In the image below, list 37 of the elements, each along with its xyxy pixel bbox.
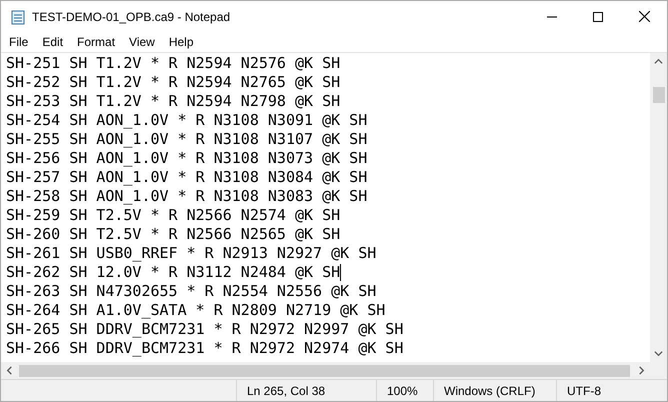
scrollbar-thumb[interactable] (19, 364, 630, 376)
text-line: SH-261 SH USB0_RREF * R N2913 N2927 @K SH (6, 244, 376, 263)
status-section: Windows (CRLF) (433, 380, 556, 401)
text-line: SH-258 SH AON_1.0V * R N3108 N3083 @K SH (6, 187, 368, 206)
text-line: SH-265 SH DDRV_BCM7231 * R N2972 N2997 @K SH (6, 320, 404, 339)
menu-item[interactable]: File (2, 32, 36, 52)
scroll-down-icon[interactable] (654, 349, 663, 358)
menu-item[interactable]: Format (70, 32, 122, 52)
text-line: SH-256 SH AON_1.0V * R N3108 N3073 @K SH (6, 149, 368, 168)
status-section: Ln 265, Col 38 (236, 380, 376, 401)
text-line: SH-253 SH T1.2V * R N2594 N2798 @K SH (6, 92, 340, 111)
status-section: 100% (376, 380, 433, 401)
close-icon (638, 11, 650, 22)
text-line: SH-262 SH 12.0V * R N3112 N2484 @K SH (6, 263, 340, 282)
status-section: UTF-8 (556, 380, 667, 401)
scroll-up-icon[interactable] (654, 57, 663, 66)
text-line: SH-254 SH AON_1.0V * R N3108 N3091 @K SH (6, 111, 368, 130)
text-line: SH-263 SH N47302655 * R N2554 N2556 @K SH (6, 282, 376, 301)
scroll-right-icon[interactable] (637, 366, 646, 375)
horizontal-scrollbar[interactable] (1, 362, 650, 379)
vertical-scrollbar[interactable] (650, 53, 667, 362)
maximize-icon (593, 12, 603, 22)
text-line: SH-260 SH T2.5V * R N2566 N2565 @K SH (6, 225, 340, 244)
menu-item[interactable]: Edit (35, 32, 70, 52)
text-line: SH-264 SH A1.0V_SATA * R N2809 N2719 @K SH (6, 301, 386, 320)
text-line: SH-259 SH T2.5V * R N2566 N2574 @K SH (6, 206, 340, 225)
menu-item[interactable]: View (122, 32, 162, 52)
notepad-icon (10, 8, 26, 24)
window-title: TEST-DEMO-01_OPB.ca9 - Notepad (32, 8, 230, 26)
menu-item[interactable]: Help (162, 32, 201, 52)
text-line: SH-252 SH T1.2V * R N2594 N2765 @K SH (6, 73, 340, 92)
scroll-left-icon[interactable] (5, 366, 14, 375)
text-line: SH-251 SH T1.2V * R N2594 N2576 @K SH (6, 54, 340, 73)
text-line: SH-255 SH AON_1.0V * R N3108 N3107 @K SH (6, 130, 368, 149)
text-line: SH-257 SH AON_1.0V * R N3108 N3084 @K SH (6, 168, 368, 187)
scrollbar-thumb[interactable] (652, 87, 664, 103)
text-line: SH-266 SH DDRV_BCM7231 * R N2972 N2974 @K SH (6, 339, 404, 358)
